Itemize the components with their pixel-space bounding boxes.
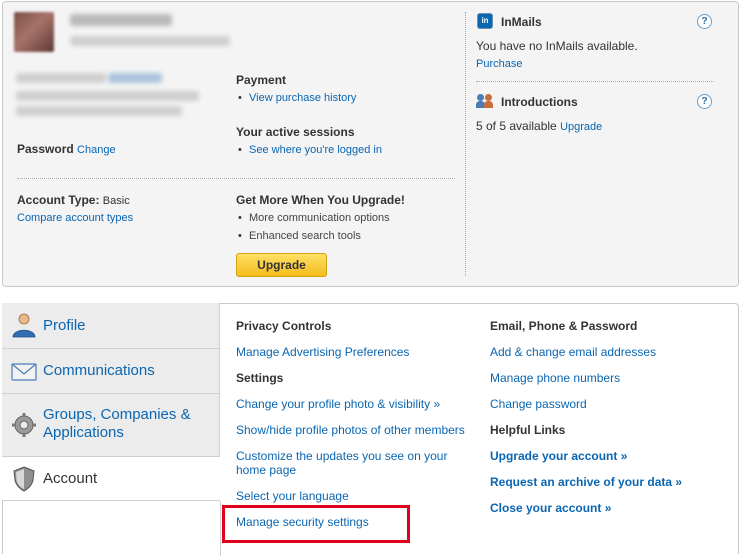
security-settings-highlight (222, 505, 410, 543)
active-sessions-title: Your active sessions (236, 125, 355, 139)
introductions-title: Introductions (501, 95, 578, 109)
blurred-email-link (108, 73, 162, 83)
list-item: View purchase history (236, 89, 356, 107)
account-type-value: Basic (102, 195, 130, 207)
shield-icon (13, 466, 35, 492)
upgrade-benefits-list: More communication options Enhanced sear… (236, 209, 390, 245)
introductions-help-icon[interactable]: ? (697, 94, 712, 109)
settings-heading: Settings (236, 371, 284, 385)
view-purchase-history-link[interactable]: View purchase history (249, 92, 356, 104)
top-panel-divider (17, 178, 455, 179)
tab-account[interactable]: Account (2, 457, 220, 501)
change-password-link[interactable]: Change password (490, 397, 587, 411)
password-label: Password (17, 142, 74, 156)
upgrade-button[interactable]: Upgrade (236, 253, 327, 277)
inmails-help-icon[interactable]: ? (697, 14, 712, 29)
request-data-archive-link[interactable]: Request an archive of your data » (490, 475, 682, 489)
inmails-title: InMails (501, 15, 542, 29)
blurred-email-line-3 (16, 106, 182, 116)
blurred-user-headline (70, 36, 230, 46)
inmails-message: You have no InMails available. (476, 39, 638, 53)
account-type-row: Account Type: Basic (17, 193, 130, 207)
tab-account-label: Account (43, 470, 98, 487)
select-language-link[interactable]: Select your language (236, 489, 349, 503)
tab-profile[interactable]: Profile (2, 303, 220, 349)
email-phone-password-heading: Email, Phone & Password (490, 319, 638, 333)
blurred-email-line-2 (16, 91, 199, 101)
introductions-message: 5 of 5 available (476, 119, 557, 133)
upgrade-promo-title: Get More When You Upgrade! (236, 193, 405, 207)
password-change-link[interactable]: Change (77, 144, 116, 156)
customize-updates-line2: home page (236, 463, 297, 477)
helpful-links-heading: Helpful Links (490, 423, 566, 437)
list-item: See where you're logged in (236, 141, 382, 159)
privacy-controls-heading: Privacy Controls (236, 319, 332, 333)
tab-communications-label: Communications (43, 362, 155, 379)
account-type-label: Account Type: (17, 193, 100, 207)
change-profile-photo-link[interactable]: Change your profile photo & visibility » (236, 397, 440, 411)
profile-icon (12, 313, 36, 338)
introductions-upgrade-link[interactable]: Upgrade (560, 121, 602, 133)
purchase-inmails-link[interactable]: Purchase (476, 58, 522, 70)
avatar (14, 12, 54, 52)
blurred-user-name (70, 14, 172, 26)
top-panel-vertical-divider (465, 12, 466, 276)
tab-groups-label-line2: Applications (43, 424, 124, 441)
manage-advertising-preferences-link[interactable]: Manage Advertising Preferences (236, 345, 409, 359)
introductions-icon (476, 93, 494, 109)
see-logged-in-link[interactable]: See where you're logged in (249, 144, 382, 156)
tab-groups-label: Groups, Companies & Applications (43, 406, 191, 442)
tab-groups-label-line1: Groups, Companies & (43, 406, 191, 423)
tab-groups-companies-applications[interactable]: Groups, Companies & Applications (2, 394, 220, 457)
tabs-divider (220, 501, 221, 556)
gear-icon (12, 413, 36, 437)
show-hide-profile-photos-link[interactable]: Show/hide profile photos of other member… (236, 423, 465, 437)
customize-updates-line1: Customize the updates you see on your (236, 449, 448, 463)
envelope-icon (11, 363, 37, 381)
customize-updates-link[interactable]: Customize the updates you see on your ho… (236, 449, 447, 477)
right-column-divider (476, 81, 714, 82)
tab-profile-label: Profile (43, 317, 86, 334)
blurred-email-label (16, 73, 106, 83)
manage-phone-numbers-link[interactable]: Manage phone numbers (490, 371, 620, 385)
add-change-email-link[interactable]: Add & change email addresses (490, 345, 656, 359)
list-item: More communication options (236, 209, 390, 227)
upgrade-account-link[interactable]: Upgrade your account » (490, 449, 627, 463)
introductions-row: 5 of 5 available Upgrade (476, 119, 602, 133)
tab-communications[interactable]: Communications (2, 349, 220, 394)
payment-title: Payment (236, 73, 287, 87)
payment-list: View purchase history (236, 89, 356, 107)
sessions-list: See where you're logged in (236, 141, 382, 159)
linkedin-in-icon: in (478, 14, 492, 28)
close-account-link[interactable]: Close your account » (490, 501, 611, 515)
password-row: Password Change (17, 142, 116, 156)
compare-account-types-link[interactable]: Compare account types (17, 212, 133, 224)
settings-tabs: Profile Communications Groups, Companies… (2, 303, 220, 501)
list-item: Enhanced search tools (236, 227, 390, 245)
